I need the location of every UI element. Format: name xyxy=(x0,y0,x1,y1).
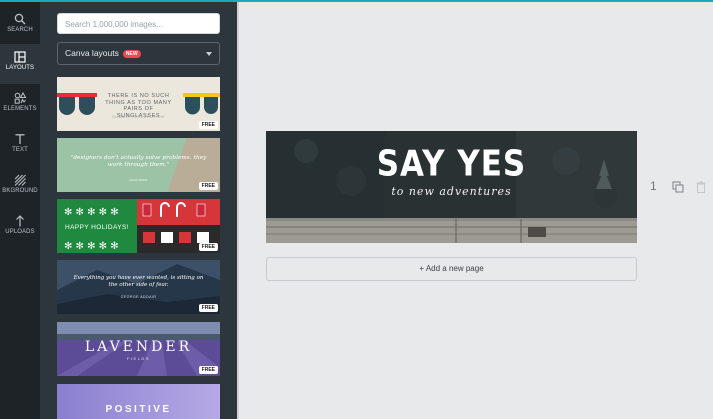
nav-layouts[interactable]: LAYOUTS xyxy=(0,44,40,84)
template-positive[interactable]: POSITIVE xyxy=(57,384,220,419)
layouts-panel: Canva layoutsNEW THERE IS NO SUCH THING … xyxy=(40,2,237,419)
template-happy-holidays[interactable]: ✻ ✻ ✻ ✻ ✻ ✻ ✻ ✻ ✻ ✻ HAPPY HOLIDAYS! FREE xyxy=(57,199,220,253)
nav-text-label: TEXT xyxy=(12,147,28,153)
nav-background[interactable]: BKGROUND xyxy=(0,167,40,207)
free-badge: FREE xyxy=(198,304,218,312)
chevron-down-icon xyxy=(206,52,212,56)
nav-text[interactable]: TEXT xyxy=(0,126,40,166)
free-badge: FREE xyxy=(198,182,218,190)
search-box xyxy=(57,13,220,34)
layout-select[interactable]: Canva layouts NEW xyxy=(57,42,220,65)
background-icon xyxy=(14,174,26,186)
nav-elements[interactable]: ELEMENTS xyxy=(0,85,40,125)
nav-layouts-label: LAYOUTS xyxy=(5,65,35,71)
nav-uploads[interactable]: UPLOADS xyxy=(0,208,40,248)
page-title[interactable]: SAY YES xyxy=(266,143,637,184)
search-icon xyxy=(14,13,26,25)
nav-background-label: BKGROUND xyxy=(2,188,38,194)
template-text: POSITIVE xyxy=(105,404,172,415)
template-subtext: SUMMER COLLECTION xyxy=(112,115,165,119)
free-badge: FREE xyxy=(198,121,218,129)
panel-divider xyxy=(237,2,239,419)
template-text: HAPPY HOLIDAYS! xyxy=(57,223,137,233)
elements-icon xyxy=(14,92,26,104)
delete-page-button[interactable] xyxy=(696,180,706,193)
trash-icon xyxy=(696,181,706,193)
template-designers-quote[interactable]: "designers don't actually solve problems… xyxy=(57,138,220,192)
template-subtext: GEORGE ADDAIR xyxy=(120,295,157,299)
new-badge: NEW xyxy=(122,50,141,58)
svg-text:✻ ✻ ✻ ✻ ✻: ✻ ✻ ✻ ✻ ✻ xyxy=(64,241,119,252)
nav-uploads-label: UPLOADS xyxy=(5,229,35,235)
template-text: Everything you have ever wanted, is sitt… xyxy=(73,275,204,288)
copy-icon xyxy=(672,181,684,193)
canva-editor: SEARCH LAYOUTS ELEMENTS TEXT BKGROUND UP… xyxy=(0,0,713,419)
template-text: "designers don't actually solve problems… xyxy=(70,155,207,168)
nav-rail: SEARCH LAYOUTS ELEMENTS TEXT BKGROUND UP… xyxy=(0,2,40,419)
copy-page-button[interactable] xyxy=(672,180,684,193)
layouts-icon xyxy=(14,51,26,63)
page-number: 1 xyxy=(650,179,657,193)
design-page[interactable]: SAY YES to new adventures xyxy=(266,131,637,243)
layout-select-label: Canva layouts xyxy=(65,48,119,58)
template-sunglasses[interactable]: THERE IS NO SUCH THING AS TOO MANY PAIRS… xyxy=(57,77,220,131)
uploads-icon xyxy=(16,215,24,227)
template-lavender[interactable]: LAVENDER FIELDS FREE xyxy=(57,322,220,376)
nav-elements-label: ELEMENTS xyxy=(3,106,37,112)
page-subtitle[interactable]: to new adventures xyxy=(266,185,637,198)
svg-text:✻ ✻ ✻ ✻ ✻: ✻ ✻ ✻ ✻ ✻ xyxy=(64,207,119,218)
free-badge: FREE xyxy=(198,243,218,251)
free-badge: FREE xyxy=(198,366,218,374)
add-page-button[interactable]: + Add a new page xyxy=(266,257,637,281)
text-icon xyxy=(15,134,25,144)
template-fear-quote[interactable]: Everything you have ever wanted, is sitt… xyxy=(57,260,220,314)
nav-search[interactable]: SEARCH xyxy=(0,6,40,46)
template-text: LAVENDER xyxy=(84,339,193,355)
nav-search-label: SEARCH xyxy=(7,27,33,33)
search-input[interactable] xyxy=(58,15,219,34)
template-subtext: FIELDS xyxy=(126,356,150,361)
template-subtext: READ MORE xyxy=(129,178,148,182)
